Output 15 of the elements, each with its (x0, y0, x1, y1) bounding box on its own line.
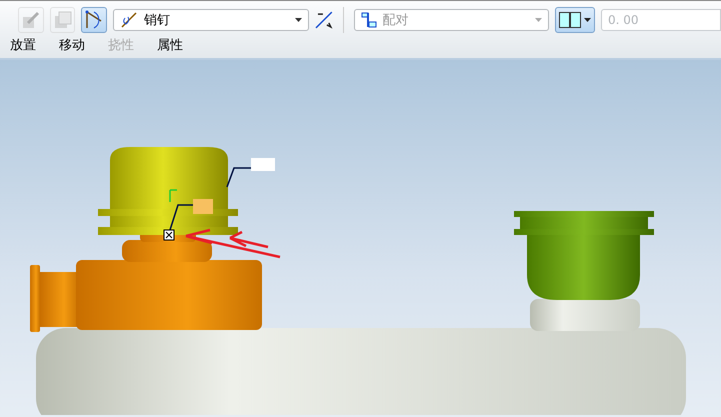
caret-icon (294, 18, 302, 22)
squares-icon (54, 11, 72, 29)
tool-button[interactable] (81, 7, 108, 33)
edit-icon (22, 11, 40, 29)
caret-icon (584, 18, 592, 22)
mate-icon (360, 12, 377, 28)
pin-icon (120, 12, 138, 28)
panes-icon (559, 12, 582, 28)
tab[interactable]: 移动 (59, 36, 85, 54)
caret-icon (535, 18, 542, 22)
flip-icon[interactable] (314, 11, 333, 29)
layout-split-button[interactable] (555, 7, 595, 33)
tab[interactable]: 属性 (157, 36, 183, 54)
tab[interactable]: 放置 (10, 36, 36, 54)
connection-type-dropdown[interactable]: 销钉 (113, 9, 309, 31)
